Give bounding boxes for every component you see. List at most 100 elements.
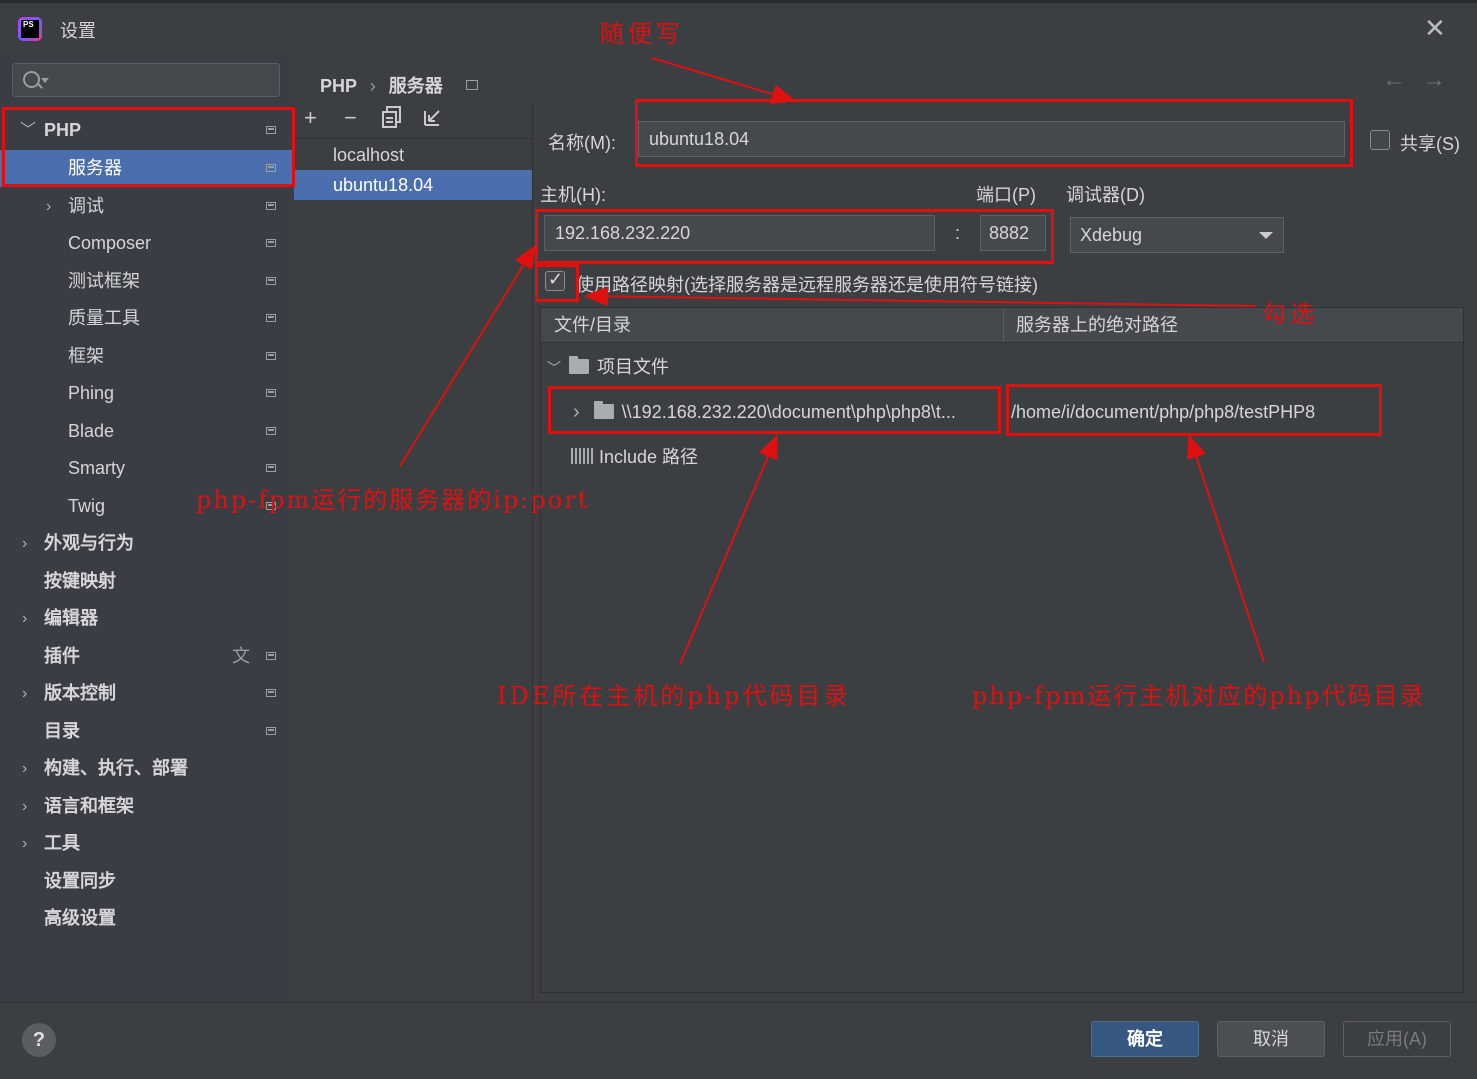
sidebar-item-label: 语言和框架: [44, 796, 134, 816]
share-checkbox[interactable]: [1370, 130, 1390, 150]
server-list-panel: + − localhost ubuntu18.04: [294, 102, 533, 1002]
sidebar-item-editor[interactable]: › 编辑器: [0, 600, 294, 637]
sidebar-item-blade[interactable]: Blade: [0, 413, 294, 450]
ok-button[interactable]: 确定: [1091, 1021, 1199, 1057]
sidebar-item-composer[interactable]: Composer: [0, 225, 294, 262]
project-files-row[interactable]: ﹀ 项目文件: [547, 354, 669, 381]
column-header-file[interactable]: 文件/目录: [554, 308, 631, 342]
chevron-right-icon: ›: [22, 760, 28, 777]
project-scope-icon: [266, 239, 276, 247]
sidebar-item-debug[interactable]: › 调试: [0, 188, 294, 225]
annotation-host-note: php-fpm运行的服务器的ip:port: [196, 486, 590, 514]
host-input[interactable]: 192.168.232.220: [544, 215, 935, 251]
name-input[interactable]: ubuntu18.04: [638, 121, 1345, 157]
chevron-down-icon: ﹀: [547, 360, 561, 376]
project-scope-icon: [266, 202, 276, 210]
sidebar-item-label: Blade: [68, 421, 115, 441]
sidebar-item-advanced[interactable]: 高级设置: [0, 900, 294, 937]
search-icon: [23, 71, 40, 88]
forward-arrow-icon[interactable]: →: [1422, 66, 1446, 94]
folder-icon: [569, 356, 589, 374]
path-mapping-checkbox[interactable]: [545, 269, 565, 291]
sidebar-item-label: 框架: [68, 346, 104, 366]
copy-icon: [382, 106, 401, 128]
sidebar-item-label: 高级设置: [44, 908, 116, 928]
apply-button[interactable]: 应用(A): [1343, 1021, 1451, 1057]
back-arrow-icon[interactable]: ←: [1382, 66, 1406, 94]
chevron-right-icon: ›: [46, 198, 52, 215]
sidebar-item-plugins[interactable]: 插件 文: [0, 638, 294, 675]
port-label: 端口(P): [976, 185, 1036, 205]
project-scope-icon: [266, 164, 276, 172]
breadcrumb-separator: ›: [369, 76, 376, 96]
import-server-button[interactable]: [422, 108, 442, 134]
server-list-item[interactable]: ubuntu18.04: [294, 170, 532, 200]
sidebar-item-servers[interactable]: 服务器: [0, 150, 294, 187]
translate-icon: 文: [232, 646, 250, 666]
sidebar-item-settings-sync[interactable]: 设置同步: [0, 863, 294, 900]
project-scope-icon: [266, 277, 276, 285]
chevron-down-icon: [1259, 232, 1273, 239]
remove-server-button[interactable]: −: [344, 105, 357, 131]
sidebar-item-languages[interactable]: › 语言和框架: [0, 788, 294, 825]
close-icon[interactable]: ✕: [1424, 15, 1446, 41]
sidebar-item-label: 服务器: [68, 158, 122, 178]
sidebar-item-php[interactable]: ﹀ PHP: [0, 112, 294, 149]
port-input[interactable]: 8882: [980, 215, 1046, 251]
column-divider[interactable]: [1003, 308, 1004, 342]
breadcrumb-current: 服务器: [388, 76, 443, 96]
debugger-select[interactable]: Xdebug: [1070, 217, 1284, 253]
sidebar-item-label: Smarty: [68, 458, 126, 478]
library-icon: [571, 448, 593, 464]
server-name: localhost: [333, 145, 405, 165]
sidebar-item-quality-tools[interactable]: 质量工具: [0, 300, 294, 337]
sidebar-item-label: 调试: [68, 196, 104, 216]
cancel-button[interactable]: 取消: [1217, 1021, 1325, 1057]
help-button[interactable]: ?: [22, 1023, 56, 1057]
search-input[interactable]: [12, 63, 280, 97]
mapping-table-header: 文件/目录 服务器上的绝对路径: [541, 308, 1463, 343]
sidebar-item-test-frameworks[interactable]: 测试框架: [0, 263, 294, 300]
sidebar-item-phing[interactable]: Phing: [0, 375, 294, 412]
include-path-row[interactable]: Include 路径: [571, 444, 698, 470]
annotation-check-note: 勾选: [1262, 300, 1318, 328]
path-mapping-table: 文件/目录 服务器上的绝对路径 ﹀ 项目文件 › \\192.168.232.220…: [540, 307, 1464, 993]
project-scope-icon: [266, 689, 276, 697]
sidebar-item-label: 质量工具: [68, 308, 140, 328]
column-header-server-path[interactable]: 服务器上的绝对路径: [1016, 308, 1178, 342]
sidebar-item-label: 版本控制: [44, 683, 116, 703]
server-name: ubuntu18.04: [333, 175, 434, 195]
project-scope-icon: [266, 464, 276, 472]
sidebar-item-build[interactable]: › 构建、执行、部署: [0, 750, 294, 787]
project-scope-icon: [266, 727, 276, 735]
sidebar-item-label: 设置同步: [44, 871, 116, 891]
copy-server-button[interactable]: [382, 106, 402, 134]
server-list-item[interactable]: localhost: [294, 140, 532, 170]
project-scope-icon: [266, 352, 276, 360]
sidebar-item-directories[interactable]: 目录: [0, 713, 294, 750]
settings-window: PS 设置 ✕ ﹀ PHP 服务器 › 调试 Composer 测试框架 质量工…: [0, 0, 1477, 1079]
sidebar-item-vcs[interactable]: › 版本控制: [0, 675, 294, 712]
debugger-label: 调试器(D): [1066, 185, 1145, 205]
chevron-right-icon: ›: [22, 610, 28, 627]
project-scope-icon: [266, 126, 276, 134]
sidebar-item-tools[interactable]: › 工具: [0, 825, 294, 862]
annotation-name-note: 随便写: [600, 20, 684, 48]
folder-icon: [593, 401, 614, 419]
chevron-right-icon: ›: [573, 401, 580, 423]
sidebar-item-keymap[interactable]: 按键映射: [0, 563, 294, 600]
window-title: 设置: [60, 21, 96, 41]
sidebar-item-frameworks[interactable]: 框架: [0, 338, 294, 375]
breadcrumb-parent[interactable]: PHP: [320, 76, 357, 96]
import-arrow-icon: [424, 110, 440, 126]
sidebar-item-label: 插件: [44, 646, 80, 666]
local-path-row[interactable]: › \\192.168.232.220\document\php\php8\t..…: [573, 399, 998, 425]
project-scope-icon: [465, 80, 478, 90]
phpstorm-logo-icon: PS: [18, 17, 42, 41]
chevron-right-icon: ›: [22, 535, 28, 552]
sidebar-item-label: 按键映射: [44, 571, 116, 591]
chevron-down-icon: ﹀: [20, 122, 37, 139]
sidebar-item-appearance[interactable]: › 外观与行为: [0, 525, 294, 562]
add-server-button[interactable]: +: [304, 105, 317, 131]
server-path-cell[interactable]: /home/i/document/php/php8/testPHP8: [1011, 399, 1315, 425]
